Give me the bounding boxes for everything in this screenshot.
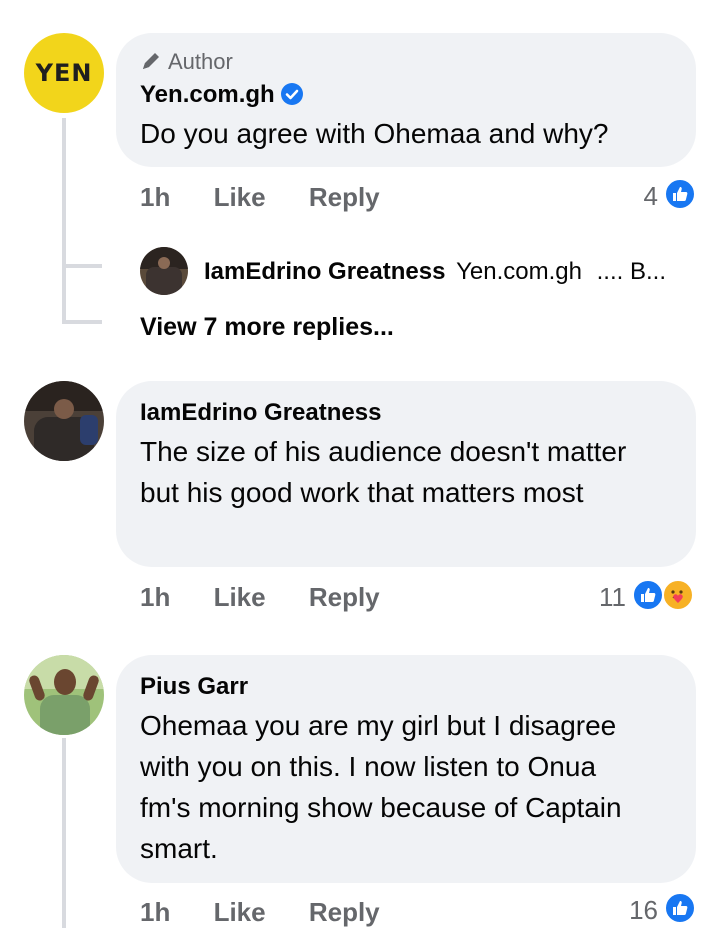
comment-text: Do you agree with Ohemaa and why? (140, 118, 609, 149)
thread-branch (62, 264, 102, 268)
like-button[interactable]: Like (214, 582, 266, 612)
author-badge-label: Author (168, 49, 233, 74)
avatar[interactable] (24, 381, 104, 461)
comment-bubble: Author Yen.com.gh Do you agree with Ohem… (116, 33, 696, 167)
comment-time[interactable]: 1h (140, 182, 170, 212)
comment-actions: 1h Like Reply (140, 582, 380, 613)
like-reaction-icon (664, 178, 696, 210)
reply-preview[interactable]: IamEdrino Greatness Yen.com.gh .... B... (204, 258, 666, 286)
avatar[interactable]: YEN (24, 33, 104, 113)
care-reaction-icon (662, 579, 694, 611)
reply-button[interactable]: Reply (309, 897, 380, 927)
like-reaction-icon (632, 579, 664, 611)
author-badge: Author (140, 49, 233, 75)
reply-button[interactable]: Reply (309, 182, 380, 212)
reply-avatar[interactable] (140, 247, 188, 295)
reply-mention[interactable]: Yen.com.gh (456, 258, 582, 285)
comment-actions: 1h Like Reply (140, 182, 380, 213)
thread-branch (62, 320, 102, 324)
comment-text: Ohemaa you are my girl but I disagree wi… (140, 710, 622, 864)
comment-actions: 1h Like Reply (140, 897, 380, 928)
reply-author[interactable]: IamEdrino Greatness (204, 258, 445, 285)
avatar-logo: YEN (35, 59, 93, 87)
reaction-count[interactable]: 16 (616, 895, 658, 926)
author-name[interactable]: Yen.com.gh (140, 81, 275, 108)
verified-badge-icon (280, 83, 303, 105)
reaction-count[interactable]: 4 (620, 181, 658, 212)
comment-time[interactable]: 1h (140, 897, 170, 927)
reply-snippet: .... B... (596, 258, 666, 285)
thread-line (62, 738, 66, 928)
thread-line (62, 118, 66, 324)
comment-time[interactable]: 1h (140, 582, 170, 612)
comment-author[interactable]: Yen.com.gh (140, 81, 303, 109)
comment-author[interactable]: IamEdrino Greatness (140, 399, 381, 427)
comment-text: The size of his audience doesn't matter … (140, 436, 627, 508)
view-more-replies[interactable]: View 7 more replies... (140, 313, 394, 342)
comment-author[interactable]: Pius Garr (140, 673, 248, 701)
avatar[interactable] (24, 655, 104, 735)
reply-button[interactable]: Reply (309, 582, 380, 612)
like-button[interactable]: Like (214, 897, 266, 927)
like-button[interactable]: Like (214, 182, 266, 212)
like-reaction-icon (664, 892, 696, 924)
comment-bubble: Pius Garr Ohemaa you are my girl but I d… (116, 655, 696, 883)
comment-bubble: IamEdrino Greatness The size of his audi… (116, 381, 696, 567)
reaction-count[interactable]: 11 (586, 582, 626, 613)
pencil-icon (143, 53, 159, 69)
